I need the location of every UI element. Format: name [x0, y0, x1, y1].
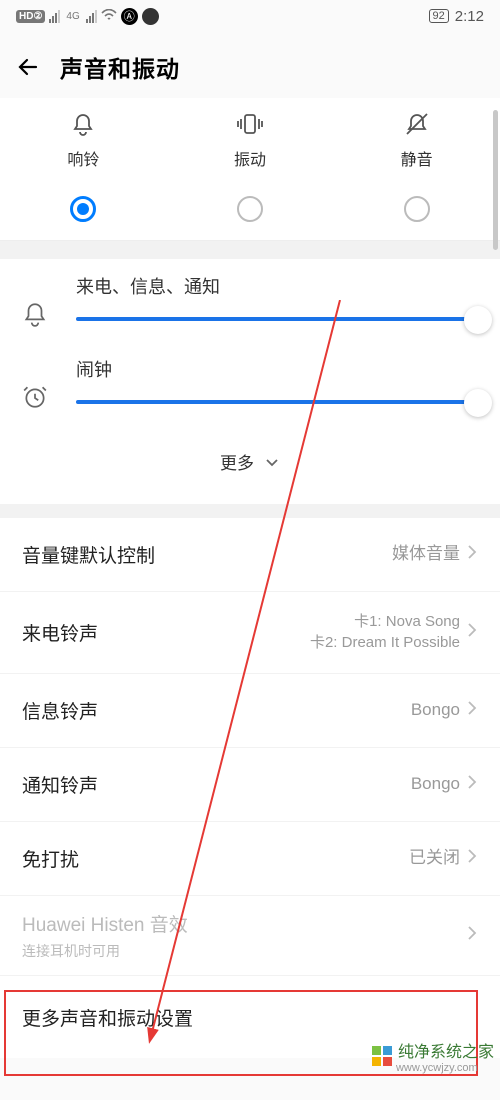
mode-row: 响铃 振动 静音 — [0, 98, 500, 241]
battery-badge: 92 — [429, 9, 449, 23]
item-call-tone[interactable]: 来电铃声 卡1: Nova Song 卡2: Dream It Possible — [0, 592, 500, 674]
watermark: 纯净系统之家 www.ycwjzy.com — [372, 1038, 494, 1074]
status-circle-2 — [142, 8, 159, 25]
back-button[interactable] — [16, 55, 40, 79]
chevron-right-icon — [466, 924, 478, 947]
slider-alarm-label: 闹钟 — [76, 356, 478, 382]
hd-badge: HD② — [16, 10, 45, 23]
bell-ring-icon — [69, 110, 97, 138]
signal-icon-1 — [49, 10, 60, 23]
bell-icon — [22, 273, 62, 332]
item-notif-tone[interactable]: 通知铃声 Bongo — [0, 748, 500, 822]
slider-incoming-label: 来电、信息、通知 — [76, 273, 478, 299]
mode-mute[interactable]: 静音 — [333, 110, 500, 222]
alarm-icon — [22, 356, 62, 415]
vibrate-icon — [235, 110, 265, 138]
signal-icon-2 — [86, 10, 97, 23]
slider-alarm[interactable] — [76, 400, 478, 404]
item-dnd[interactable]: 免打扰 已关闭 — [0, 822, 500, 896]
bell-mute-icon — [403, 110, 431, 138]
chevron-right-icon — [466, 699, 478, 722]
wifi-icon — [101, 9, 117, 24]
item-msg-tone[interactable]: 信息铃声 Bongo — [0, 674, 500, 748]
slider-incoming[interactable] — [76, 317, 478, 321]
status-circle-1: Ⓐ — [121, 8, 138, 25]
page-header: 声音和振动 — [0, 32, 500, 98]
more-toggle[interactable]: 更多 — [22, 439, 478, 494]
radio-ring[interactable] — [70, 196, 96, 222]
chevron-right-icon — [466, 621, 478, 644]
scrollbar[interactable] — [493, 110, 498, 250]
chevron-right-icon — [466, 847, 478, 870]
chevron-right-icon — [466, 543, 478, 566]
clock: 2:12 — [455, 8, 484, 25]
radio-vibrate[interactable] — [237, 196, 263, 222]
mode-vibrate[interactable]: 振动 — [167, 110, 334, 222]
status-bar: HD② 4G Ⓐ 92 2:12 — [0, 0, 500, 32]
chevron-right-icon — [466, 773, 478, 796]
item-histen: Huawei Histen 音效 连接耳机时可用 — [0, 896, 500, 976]
radio-mute[interactable] — [404, 196, 430, 222]
page-title: 声音和振动 — [60, 50, 180, 84]
mode-ring[interactable]: 响铃 — [0, 110, 167, 222]
item-volume-key[interactable]: 音量键默认控制 媒体音量 — [0, 518, 500, 592]
